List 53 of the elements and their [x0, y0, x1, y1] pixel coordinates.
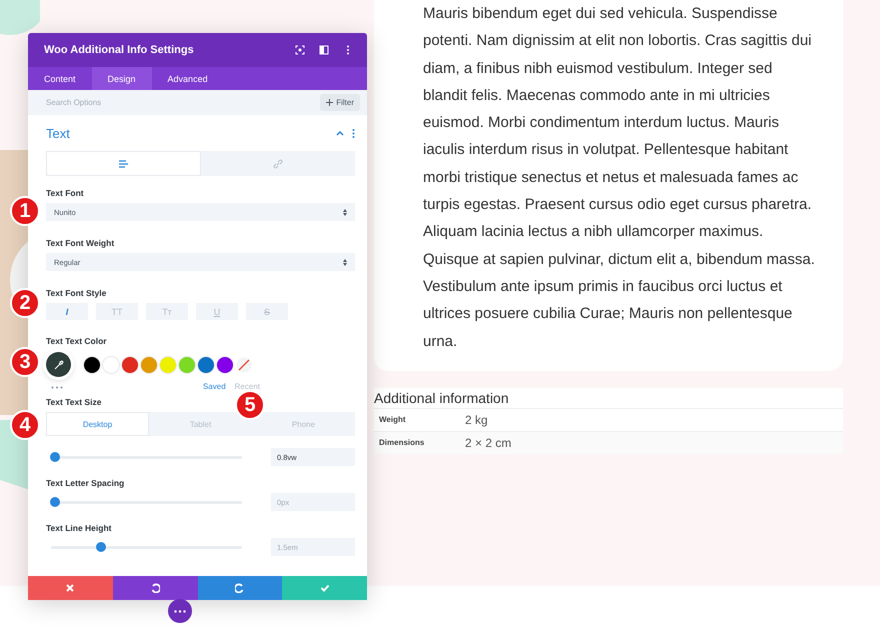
color-swatch[interactable] — [84, 356, 100, 372]
color-swatch[interactable] — [179, 356, 195, 372]
color-swatch[interactable] — [217, 356, 233, 372]
palette-tab[interactable]: Saved — [202, 382, 226, 390]
panel-tab[interactable]: Advanced — [152, 67, 224, 90]
collapse-chevron-icon[interactable] — [336, 130, 344, 136]
panel-tab[interactable]: Design — [92, 67, 152, 90]
slider-thumb[interactable] — [50, 497, 60, 507]
redo-icon — [234, 583, 245, 593]
more-icon[interactable] — [352, 128, 355, 138]
columns-icon[interactable] — [319, 45, 329, 55]
close-icon — [65, 583, 76, 593]
search-field[interactable]: Search Options — [46, 98, 320, 107]
device-tab[interactable]: Desktop — [46, 412, 149, 436]
table-cell: 2 × 2 cm — [465, 436, 512, 450]
color-swatch[interactable] — [122, 356, 138, 372]
field-label: Text Font — [46, 188, 84, 200]
save-icon — [320, 583, 330, 593]
search-bar[interactable]: Search Options Filter — [28, 90, 367, 115]
table-cell: 2 kg — [465, 412, 488, 427]
panel-tab[interactable]: Content — [28, 67, 92, 90]
select-arrows-icon — [343, 258, 347, 266]
undo-icon — [150, 583, 160, 593]
color-swatch[interactable] — [103, 356, 119, 372]
table-title: Additional information — [374, 388, 510, 408]
slider-thumb[interactable] — [96, 542, 106, 552]
color-swatch[interactable] — [198, 356, 214, 372]
field-label: Text Letter Spacing — [46, 478, 124, 490]
focus-icon[interactable] — [295, 45, 305, 55]
section-title[interactable]: Text — [46, 126, 336, 140]
select-arrows-icon — [343, 208, 347, 216]
table-cell-text: Weight — [378, 415, 407, 424]
align-left-icon — [118, 160, 128, 168]
field-label: Text Font Weight — [46, 238, 114, 250]
panel-title: Woo Additional Info Settings — [44, 44, 195, 56]
field-label: Text Text Size — [46, 397, 102, 409]
field-label: Text Font Style — [46, 288, 106, 300]
link-icon — [272, 158, 283, 168]
description-paragraph: Mauris bibendum eget dui sed vehicula. Suspendisse potenti. Nam dignissim at elit non lobortis. Cras sagittis dui diam, a finibus nibh euismod vestibulum. Integer sed blandit felis. Maecenas commodo ante in mi ultricies euismod. Morbi condimentum interdum luctus. Mauris iaculis interdum risus in volutpat. Pellentesque habitant morbi tristique senectus et netus et malesuada fames ac turpis egestas. Praesent cursus odio eget cursus pharetra. Aliquam lacinia lectus a nibh ullamcorper maximus. Quisque at sapien pulvinar, dictum elit a, bibendum massa. Vestibulum ante ipsum primis in faucibus orci luctus et ultrices posuere cubilia Curae; Mauris non pellentesque urna. — [423, 4, 816, 352]
table-cell-text: Dimensions — [378, 438, 426, 448]
field-label: Text Line Height — [46, 523, 112, 535]
color-swatch[interactable] — [160, 356, 176, 372]
field-label: Text Text Color — [46, 336, 107, 348]
color-picker-button[interactable] — [46, 352, 71, 377]
more-dots-icon[interactable] — [51, 386, 63, 389]
no-color-swatch[interactable] — [236, 356, 252, 372]
color-swatch[interactable] — [141, 356, 157, 372]
slider-thumb[interactable] — [50, 452, 60, 462]
plus-icon — [326, 99, 334, 106]
font-style-button[interactable]: I — [46, 303, 88, 320]
filter-button[interactable]: Filter — [320, 94, 360, 111]
more-dots-icon — [174, 610, 186, 612]
eyedropper-icon — [54, 360, 64, 370]
